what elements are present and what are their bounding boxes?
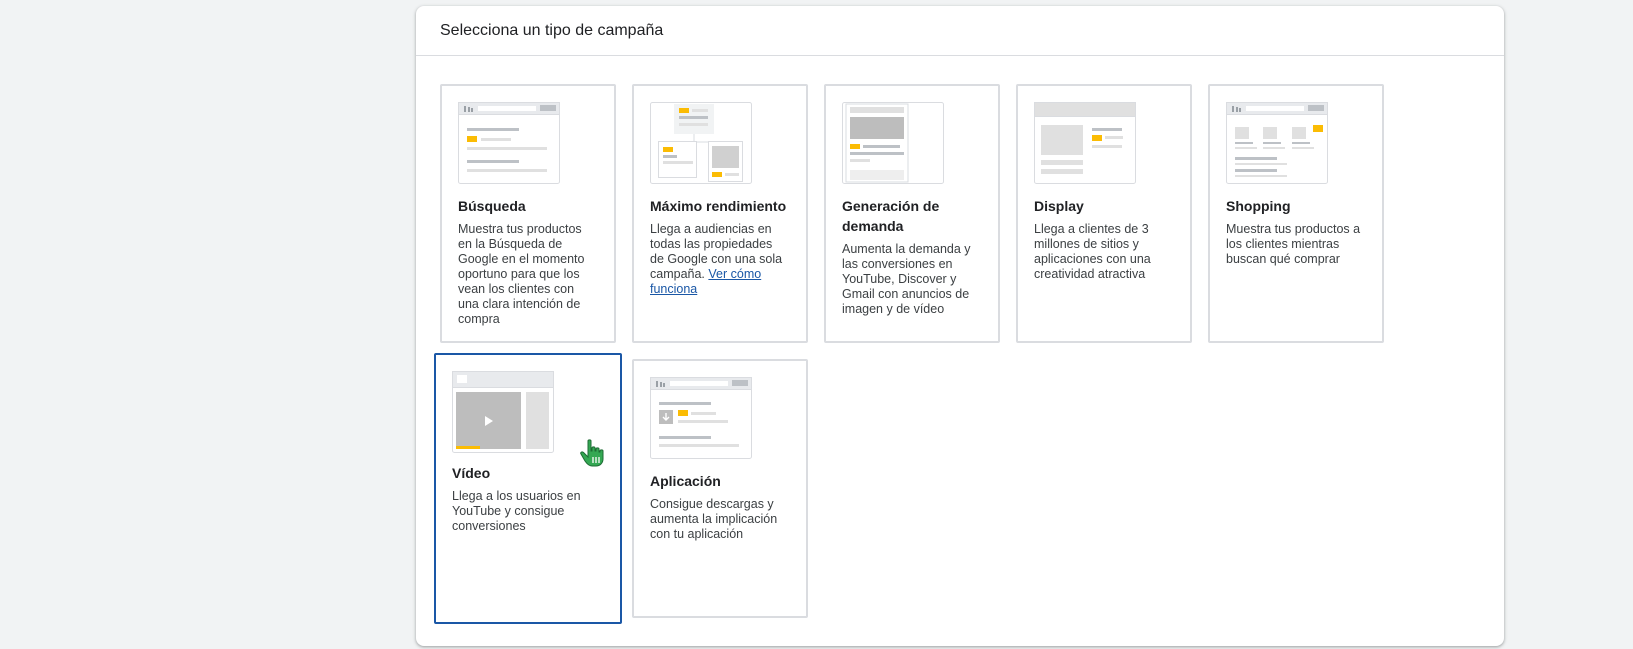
display-illustration-icon [1034, 102, 1136, 184]
campaign-type-panel: Selecciona un tipo de campaña Búsqueda M… [416, 6, 1504, 646]
card-description: Llega a clientes de 3 millones de sitios… [1034, 222, 1151, 281]
card-title: Aplicación [650, 473, 721, 489]
card-performance-max[interactable]: Máximo rendimiento Llega a audiencias en… [632, 84, 808, 343]
card-search[interactable]: Búsqueda Muestra tus productos en la Bús… [440, 84, 616, 343]
shopping-illustration-icon [1226, 102, 1328, 184]
card-display[interactable]: Display Llega a clientes de 3 millones d… [1016, 84, 1192, 343]
hand-cursor-icon [580, 439, 604, 467]
card-description: Llega a los usuarios en YouTube y consig… [452, 489, 581, 533]
card-description: Consigue descargas y aumenta la implicac… [650, 497, 778, 541]
demand-gen-illustration-icon [842, 102, 944, 184]
card-shopping[interactable]: Shopping Muestra tus productos a los cli… [1208, 84, 1384, 343]
card-title: Generación de demanda [842, 198, 940, 234]
panel-title: Selecciona un tipo de campaña [416, 6, 1504, 56]
card-title: Máximo rendimiento [650, 198, 787, 214]
card-description: Muestra tus productos en la Búsqueda de … [458, 222, 585, 326]
search-illustration-icon [458, 102, 560, 184]
card-title: Búsqueda [458, 198, 526, 214]
card-title: Display [1034, 198, 1084, 214]
performance-max-illustration-icon [650, 102, 752, 184]
card-app[interactable]: Aplicación Consigue descargas y aumenta … [632, 359, 808, 618]
card-description: Llega a audiencias en todas las propieda… [650, 222, 788, 297]
card-title: Shopping [1226, 198, 1291, 214]
app-illustration-icon [650, 377, 752, 459]
card-description: Muestra tus productos a los clientes mie… [1226, 222, 1361, 266]
video-illustration-icon [452, 371, 554, 453]
card-demand-gen[interactable]: Generación de demanda Aumenta la demanda… [824, 84, 1000, 343]
card-description: Aumenta la demanda y las conversiones en… [842, 242, 971, 316]
card-video[interactable]: Vídeo Llega a los usuarios en YouTube y … [434, 353, 622, 624]
